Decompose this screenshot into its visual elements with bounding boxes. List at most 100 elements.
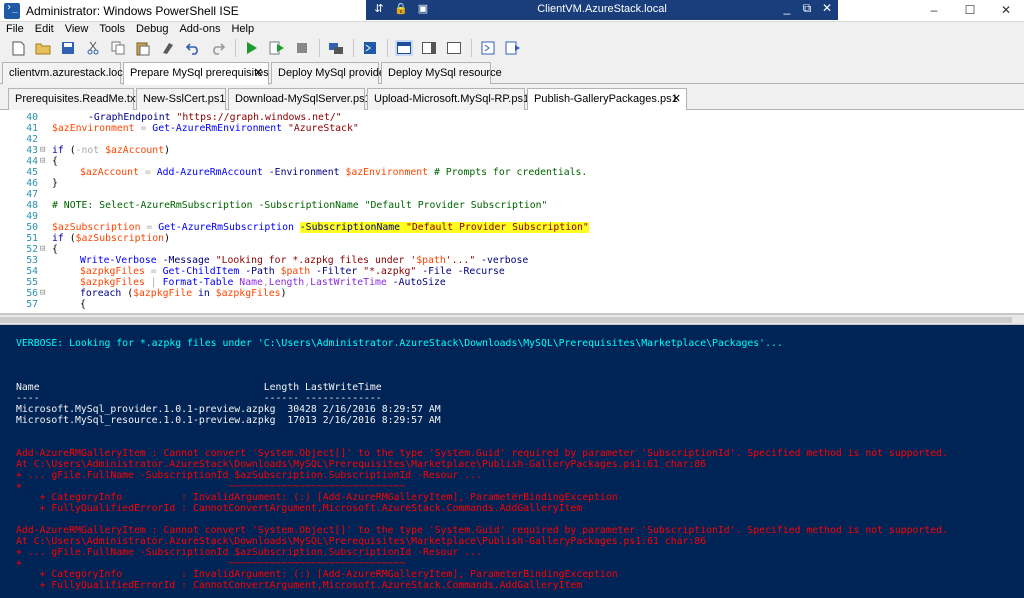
- tab-script-publish-gallerypackages[interactable]: Publish-GalleryPackages.ps1 ✕: [527, 88, 687, 111]
- show-commands-icon[interactable]: [480, 40, 496, 56]
- code-token: =: [146, 222, 153, 233]
- tab-label: Deploy MySql resource: [388, 67, 502, 79]
- code-token: {: [52, 244, 58, 255]
- fold-toggle-icon[interactable]: ⊟: [40, 145, 45, 156]
- rdp-minimize-button[interactable]: _: [780, 1, 794, 16]
- table-rule: ---- ------ -------------: [16, 393, 382, 404]
- menu-view[interactable]: View: [65, 22, 89, 37]
- toolbar-separator: [387, 39, 388, 57]
- line-number: 44: [26, 156, 38, 167]
- code-token: $azEnvironment: [52, 123, 135, 134]
- tab-session-deploy-provider[interactable]: Deploy MySql provider: [271, 62, 389, 84]
- toolbar-separator: [471, 39, 472, 57]
- error-line: At C:\Users\Administrator.AzureStack\Dow…: [16, 459, 707, 470]
- tab-session-deploy-resource[interactable]: Deploy MySql resource: [381, 62, 502, 84]
- layout-max-icon[interactable]: [446, 40, 462, 56]
- code-token: $azSubscription: [52, 222, 141, 233]
- pane-splitter[interactable]: [0, 314, 1024, 325]
- rdp-restore-button[interactable]: ⧉: [800, 1, 814, 16]
- tab-session-prepare-mysql[interactable]: Prepare MySql prerequisites ✕: [123, 62, 269, 85]
- layout-top-icon[interactable]: [396, 40, 412, 56]
- line-number: 55: [26, 277, 38, 288]
- menu-help[interactable]: Help: [231, 22, 254, 37]
- tab-script-prerequisites-readme[interactable]: Prerequisites.ReadMe.txt: [8, 88, 139, 110]
- error-line: Add-AzureRMGalleryItem : Cannot convert …: [16, 525, 948, 536]
- menu-addons[interactable]: Add-ons: [179, 22, 220, 37]
- copy-icon[interactable]: [110, 40, 126, 56]
- close-tab-icon[interactable]: ✕: [672, 89, 681, 109]
- horizontal-scrollbar[interactable]: [0, 317, 1012, 323]
- code-token: {: [52, 156, 58, 167]
- code-token: "AzureStack": [287, 123, 359, 134]
- code-token: $path: [280, 266, 311, 277]
- window-controls: – ☐ ✕: [916, 0, 1024, 22]
- show-addons-icon[interactable]: [505, 40, 521, 56]
- clear-icon[interactable]: [160, 40, 176, 56]
- rdp-close-button[interactable]: ✕: [820, 1, 834, 16]
- code-token: $azSubscription: [75, 233, 165, 244]
- code-token: $azEnvironment: [345, 167, 429, 178]
- script-editor[interactable]: 40 -GraphEndpoint "https://graph.windows.…: [0, 110, 1024, 314]
- tab-script-upload-mysql-rp[interactable]: Upload-Microsoft.MySql-RP.ps1: [367, 88, 529, 110]
- code-token: Length: [268, 277, 305, 288]
- run-selection-icon[interactable]: [269, 40, 285, 56]
- tab-script-new-sslcert[interactable]: New-SslCert.ps1: [136, 88, 226, 110]
- error-line: + ~~~~~~~~~~~~~~~~~~~~~~~~~~~~~~: [16, 481, 406, 492]
- menu-file[interactable]: File: [6, 22, 24, 37]
- menu-edit[interactable]: Edit: [35, 22, 54, 37]
- redo-icon[interactable]: [210, 40, 226, 56]
- close-button[interactable]: ✕: [988, 0, 1024, 22]
- toolbar-separator: [353, 39, 354, 57]
- fold-toggle-icon[interactable]: ⊟: [40, 288, 45, 299]
- code-token: -Filter: [316, 266, 358, 277]
- fold-toggle-icon[interactable]: ⊟: [40, 156, 45, 167]
- code-token: $azpkgFiles: [80, 277, 145, 288]
- paste-icon[interactable]: [135, 40, 151, 56]
- code-token: -GraphEndpoint: [88, 112, 171, 123]
- code-token: -Environment: [268, 167, 340, 178]
- close-tab-icon[interactable]: ✕: [254, 63, 263, 83]
- line-number: 46: [26, 178, 38, 189]
- code-token: -Recurse: [457, 266, 505, 277]
- tab-session-clientvm[interactable]: clientvm.azurestack.local: [2, 62, 131, 84]
- remote-tab-icon[interactable]: [328, 40, 344, 56]
- tab-label: Deploy MySql provider: [278, 67, 389, 79]
- line-number: 47: [26, 189, 38, 200]
- code-token: Name: [239, 277, 263, 288]
- console-pane[interactable]: VERBOSE: Looking for *.azpkg files under…: [0, 325, 1024, 598]
- line-number: 54: [26, 266, 38, 277]
- error-line: + FullyQualifiedErrorId : CannotConvertA…: [16, 503, 583, 514]
- menu-debug[interactable]: Debug: [136, 22, 168, 37]
- tab-script-download-mysqlserver[interactable]: Download-MySqlServer.ps1: [228, 88, 371, 110]
- toolbar-separator: [235, 39, 236, 57]
- error-line: + ~~~~~~~~~~~~~~~~~~~~~~~~~~~~~~: [16, 558, 406, 569]
- code-token: Add-AzureRmAccount: [156, 167, 263, 178]
- fold-toggle-icon[interactable]: ⊟: [40, 244, 45, 255]
- code-token: # NOTE: Select-AzureRmSubscription -Subs…: [52, 200, 548, 211]
- rdp-title: ClientVM.AzureStack.local: [537, 3, 667, 15]
- run-icon[interactable]: [244, 40, 260, 56]
- stop-icon[interactable]: [294, 40, 310, 56]
- powershell-icon[interactable]: [362, 40, 378, 56]
- cut-icon[interactable]: [85, 40, 101, 56]
- menu-tools[interactable]: Tools: [99, 22, 125, 37]
- session-tabs: clientvm.azurestack.local Prepare MySql …: [0, 62, 1024, 85]
- error-line: + ... gFile.FullName -SubscriptionId $az…: [16, 547, 482, 558]
- undo-icon[interactable]: [185, 40, 201, 56]
- open-file-icon[interactable]: [35, 40, 51, 56]
- line-number: 53: [26, 255, 38, 266]
- verbose-output: VERBOSE: Looking for *.azpkg files under…: [16, 338, 783, 349]
- error-line: At C:\Users\Administrator.AzureStack\Dow…: [16, 536, 707, 547]
- line-number: 42: [26, 134, 38, 145]
- table-row: Microsoft.MySql_resource.1.0.1-preview.a…: [16, 415, 441, 426]
- layout-right-icon[interactable]: [421, 40, 437, 56]
- code-token: -AutoSize: [392, 277, 446, 288]
- minimize-button[interactable]: –: [916, 0, 952, 22]
- code-token: $azAccount: [80, 167, 139, 178]
- new-file-icon[interactable]: [10, 40, 26, 56]
- maximize-button[interactable]: ☐: [952, 0, 988, 22]
- save-icon[interactable]: [60, 40, 76, 56]
- code-token: -not: [75, 145, 100, 156]
- code-token: -Message: [162, 255, 210, 266]
- code-token: Write-Verbose: [80, 255, 157, 266]
